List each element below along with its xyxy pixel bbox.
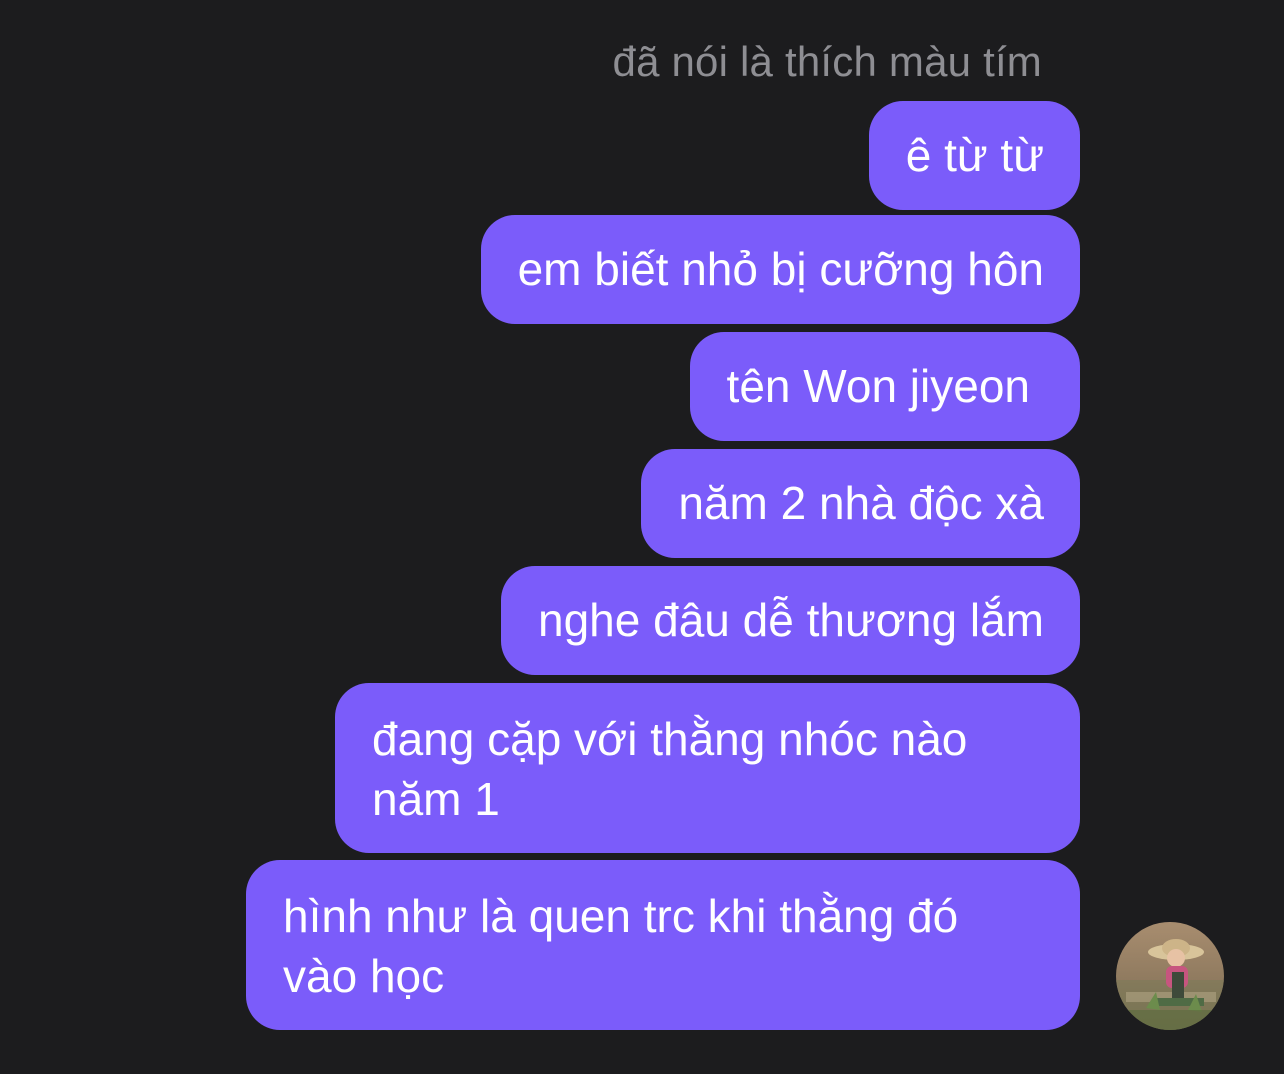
message-bubble-7[interactable]: hình như là quen trc khi thằng đó vào họ… bbox=[246, 860, 1080, 1030]
message-text: em biết nhỏ bị cưỡng hôn bbox=[517, 243, 1044, 295]
message-text: đang cặp với thằng nhóc nào năm 1 bbox=[372, 713, 968, 825]
previous-message-preview: đã nói là thích màu tím bbox=[612, 38, 1042, 85]
message-text: nghe đâu dễ thương lắm bbox=[538, 594, 1044, 646]
next-message-cutoff bbox=[300, 1060, 1000, 1074]
message-text: năm 2 nhà độc xà bbox=[678, 477, 1044, 529]
message-text: ê từ từ bbox=[905, 129, 1044, 181]
message-text: hình như là quen trc khi thằng đó vào họ… bbox=[283, 890, 959, 1002]
message-text: tên Won jiyeon bbox=[726, 360, 1030, 412]
message-bubble-5[interactable]: nghe đâu dễ thương lắm bbox=[501, 566, 1080, 675]
chat-screen: đã nói là thích màu tím ê từ từ em biết … bbox=[0, 0, 1284, 1074]
message-bubble-6[interactable]: đang cặp với thằng nhóc nào năm 1 bbox=[335, 683, 1080, 853]
message-bubble-3[interactable]: tên Won jiyeon bbox=[689, 332, 1080, 441]
user-avatar-photo-icon bbox=[1116, 922, 1224, 1030]
message-bubble-4[interactable]: năm 2 nhà độc xà bbox=[641, 449, 1080, 558]
message-bubble-1[interactable]: ê từ từ bbox=[868, 101, 1080, 210]
sender-avatar[interactable] bbox=[1116, 922, 1224, 1030]
message-bubble-2[interactable]: em biết nhỏ bị cưỡng hôn bbox=[480, 215, 1080, 324]
